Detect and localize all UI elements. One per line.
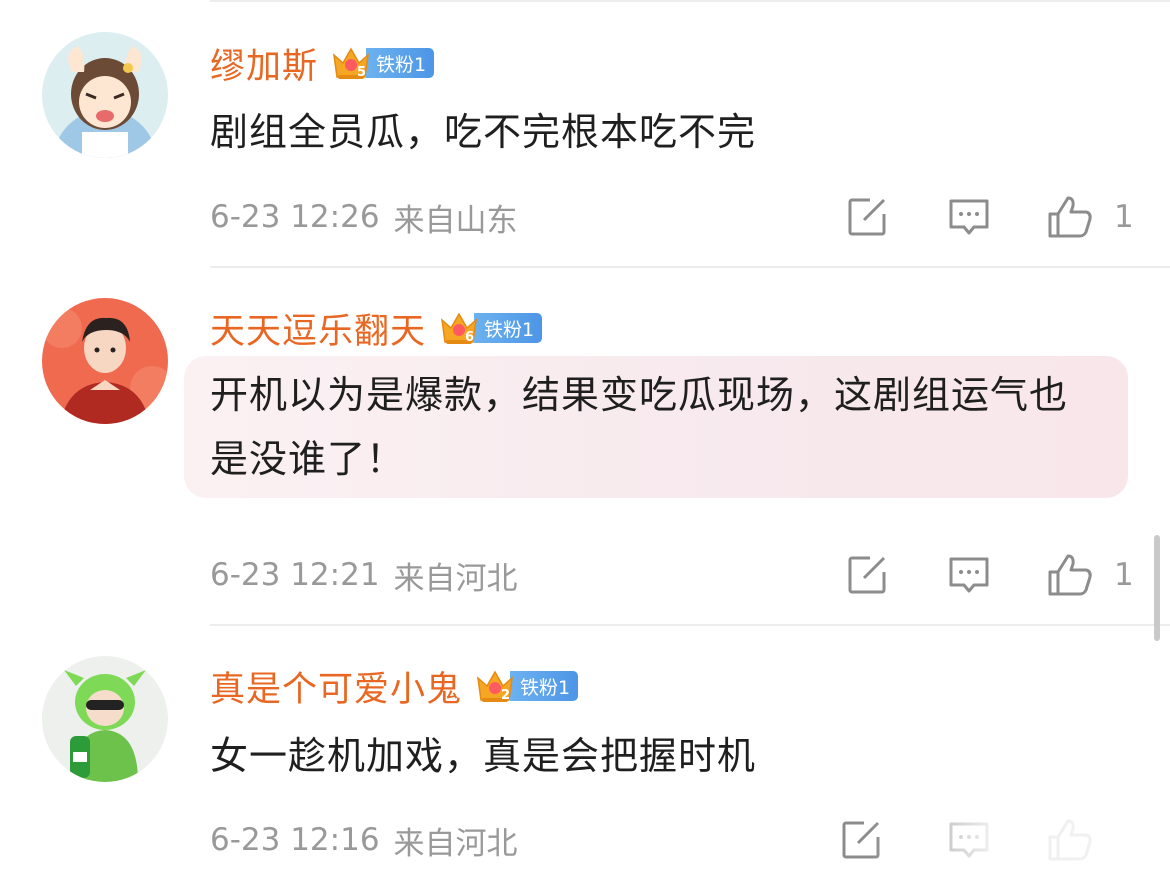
comment-location: 来自山东	[393, 202, 518, 239]
fan-badge[interactable]: 5 铁粉1	[330, 43, 435, 83]
share-button[interactable]	[846, 550, 888, 600]
anime-girl-avatar-icon	[42, 32, 168, 158]
badge-level: 2	[501, 688, 511, 703]
scrollbar[interactable]	[1154, 535, 1160, 641]
badge-label: 铁粉1	[366, 48, 435, 78]
comment-time: 6-23 12:16	[210, 822, 380, 858]
username[interactable]: 真是个可爱小鬼	[210, 661, 462, 712]
badge-label: 铁粉1	[510, 671, 579, 701]
badge-label: 铁粉1	[474, 313, 543, 343]
avatar[interactable]	[42, 656, 168, 782]
badge-level: 5	[357, 65, 367, 80]
comment-item: 缪加斯 5 铁粉1 剧组全员瓜，吃不完根本吃不完 6-23 12:26 来自山东	[0, 0, 1170, 268]
thumbs-up-icon	[1048, 196, 1092, 238]
man-red-jacket-avatar-icon	[42, 298, 168, 424]
thumbs-up-icon	[1048, 554, 1092, 596]
like-count: 1	[1114, 199, 1134, 235]
comment-location: 来自河北	[393, 825, 518, 862]
avatar[interactable]	[42, 298, 168, 424]
username-row: 真是个可爱小鬼 2 铁粉1	[210, 658, 579, 714]
username-row: 缪加斯 5 铁粉1	[210, 35, 435, 91]
comment-meta: 6-23 12:26 来自山东 1	[210, 192, 1170, 242]
comment-bubble-icon	[949, 199, 989, 235]
username[interactable]: 缪加斯	[210, 38, 318, 89]
watermark-overlay	[870, 807, 1170, 877]
reply-button[interactable]	[948, 192, 990, 242]
fan-badge[interactable]: 2 铁粉1	[474, 666, 579, 706]
like-button[interactable]: 1	[1046, 192, 1134, 242]
comment-item: 真是个可爱小鬼 2 铁粉1 女一趁机加戏，真是会把握时机 6-23 12:16 …	[0, 626, 1170, 877]
comment-bubble-icon	[949, 557, 989, 593]
comment-list: 缪加斯 5 铁粉1 剧组全员瓜，吃不完根本吃不完 6-23 12:26 来自山东	[0, 0, 1170, 877]
fan-badge[interactable]: 6 铁粉1	[438, 308, 543, 348]
comment-item: 天天逗乐翻天 6 铁粉1 开机以为是爆款，结果变吃瓜现场，这剧组运气也是没谁了！…	[0, 268, 1170, 626]
share-button[interactable]	[846, 192, 888, 242]
comment-text: 女一趁机加戏，真是会把握时机	[210, 734, 757, 778]
comment-time: 6-23 12:21	[210, 557, 380, 593]
reply-button[interactable]	[948, 550, 990, 600]
avatar[interactable]	[42, 32, 168, 158]
like-button[interactable]: 1	[1046, 550, 1134, 600]
comment-location: 来自河北	[393, 560, 518, 597]
comment-meta: 6-23 12:21 来自河北 1	[210, 550, 1170, 600]
badge-level: 6	[465, 330, 475, 345]
comment-text: 剧组全员瓜，吃不完根本吃不完	[210, 110, 757, 154]
like-count: 1	[1114, 557, 1134, 593]
username[interactable]: 天天逗乐翻天	[210, 303, 426, 354]
comment-text: 开机以为是爆款，结果变吃瓜现场，这剧组运气也是没谁了！	[184, 356, 1128, 498]
child-green-costume-avatar-icon	[42, 656, 168, 782]
comment-time: 6-23 12:26	[210, 199, 380, 235]
edit-share-icon	[848, 198, 886, 236]
edit-share-icon	[848, 556, 886, 594]
username-row: 天天逗乐翻天 6 铁粉1	[210, 300, 543, 356]
